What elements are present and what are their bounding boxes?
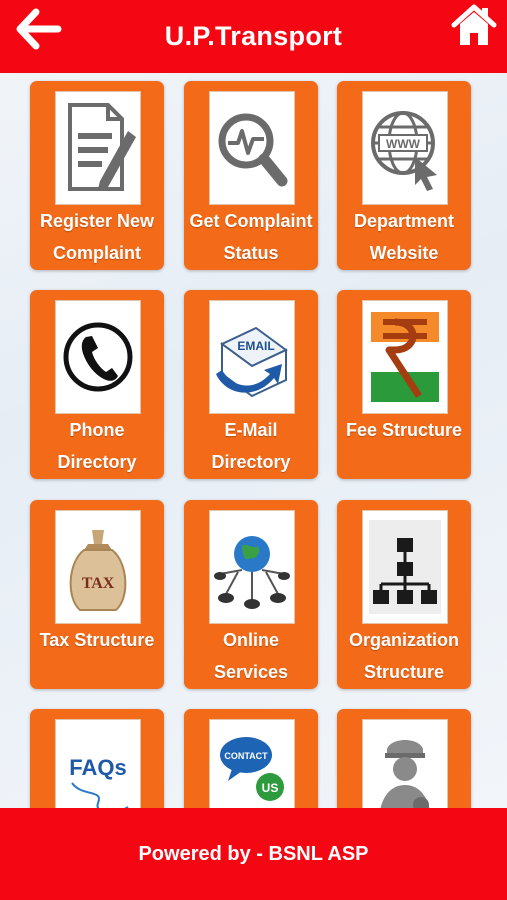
tile-label: Department Website <box>337 205 471 269</box>
tile-label-line2: Status <box>223 243 279 263</box>
tile-label-line1: Organization <box>348 630 459 650</box>
tile-icon-box <box>209 510 295 624</box>
tile-label: Online Services <box>184 624 318 688</box>
telephone-icon <box>63 322 133 392</box>
tile-label: Phone Directory <box>30 414 164 478</box>
tile-label: Tax Structure <box>30 624 164 656</box>
contact-icon-text: CONTACT <box>224 751 268 761</box>
tile-faqs[interactable]: FAQs <box>30 709 164 808</box>
tile-label-line2: Website <box>369 243 439 263</box>
tile-icon-box: CONTACT US <box>209 719 295 808</box>
tile-label-line1: Tax Structure <box>39 630 155 650</box>
tile-label: Register New Complaint <box>30 205 164 269</box>
tile-department-website[interactable]: WWW Department Website <box>337 81 471 270</box>
tile-contact-us[interactable]: CONTACT US <box>184 709 318 808</box>
back-button[interactable] <box>14 6 64 52</box>
footer-credit: Powered by - BSNL ASP <box>138 842 369 865</box>
tax-bag-icon: TAX <box>69 530 127 611</box>
tile-label: Fee Structure <box>337 414 471 446</box>
tile-label-line2: Complaint <box>53 243 141 263</box>
globe-www-icon: WWW <box>371 111 437 191</box>
tile-police-officer[interactable] <box>337 709 471 808</box>
tile-icon-box: FAQs <box>55 719 141 808</box>
tax-icon-text: TAX <box>82 575 115 592</box>
tile-label-line1: Fee Structure <box>345 420 463 440</box>
tile-label: E-Mail Directory <box>184 414 318 478</box>
tile-tax-structure[interactable]: TAX Tax Structure <box>30 500 164 689</box>
org-chart-icon <box>369 520 441 614</box>
tile-icon-box <box>209 91 295 205</box>
app-footer: Powered by - BSNL ASP <box>0 808 507 900</box>
tile-online-services[interactable]: Online Services <box>184 500 318 689</box>
tile-label-line2: Services <box>213 662 289 682</box>
tile-phone-directory[interactable]: Phone Directory <box>30 290 164 479</box>
tile-icon-box <box>362 510 448 624</box>
tile-label: Organization Structure <box>337 624 471 688</box>
tile-fee-structure[interactable]: Fee Structure <box>337 290 471 479</box>
tile-label-line2: Directory <box>57 452 137 472</box>
tile-register-new-complaint[interactable]: Register New Complaint <box>30 81 164 270</box>
svg-text:WWW: WWW <box>386 137 421 151</box>
tile-icon-box <box>55 91 141 205</box>
tile-label-line1: Online <box>222 630 279 650</box>
tile-label: Get Complaint Status <box>184 205 318 269</box>
tile-label-line2: Structure <box>363 662 444 682</box>
email-icon-text: EMAIL <box>237 339 274 353</box>
contact-us-icon: CONTACT US <box>220 737 284 801</box>
home-icon <box>451 4 497 45</box>
magnifier-pulse-icon <box>218 113 288 187</box>
tile-organization-structure[interactable]: Organization Structure <box>337 500 471 689</box>
tile-icon-box: TAX <box>55 510 141 624</box>
tile-icon-box <box>362 300 448 414</box>
faq-icon-text: FAQs <box>69 755 126 780</box>
page-title: U.P.Transport <box>164 21 343 51</box>
police-officer-icon <box>380 740 430 808</box>
rupee-icon <box>371 312 439 402</box>
tile-label-line1: Get Complaint <box>189 211 313 231</box>
app-header: U.P.Transport <box>0 0 507 73</box>
document-pen-icon <box>68 103 136 191</box>
tile-label-line1: E-Mail <box>224 420 278 440</box>
tile-icon-box: WWW <box>362 91 448 205</box>
contact-us-icon-text: US <box>262 781 279 795</box>
globe-network-icon <box>214 536 290 609</box>
tile-icon-box: EMAIL <box>209 300 295 414</box>
home-button[interactable] <box>451 3 497 47</box>
tile-label-line2: Directory <box>211 452 291 472</box>
tile-icon-box <box>362 719 448 808</box>
tile-get-complaint-status[interactable]: Get Complaint Status <box>184 81 318 270</box>
email-envelope-icon: EMAIL <box>216 326 288 398</box>
tile-label-line1: Register New <box>39 211 155 231</box>
tile-email-directory[interactable]: EMAIL E-Mail Directory <box>184 290 318 479</box>
menu-grid: Register New Complaint Get Complaint Sta… <box>0 73 507 808</box>
back-arrow-icon <box>16 8 62 50</box>
tile-icon-box <box>55 300 141 414</box>
tile-label-line1: Phone <box>69 420 125 440</box>
faq-icon: FAQs <box>69 755 129 808</box>
tile-label-line1: Department <box>353 211 455 231</box>
